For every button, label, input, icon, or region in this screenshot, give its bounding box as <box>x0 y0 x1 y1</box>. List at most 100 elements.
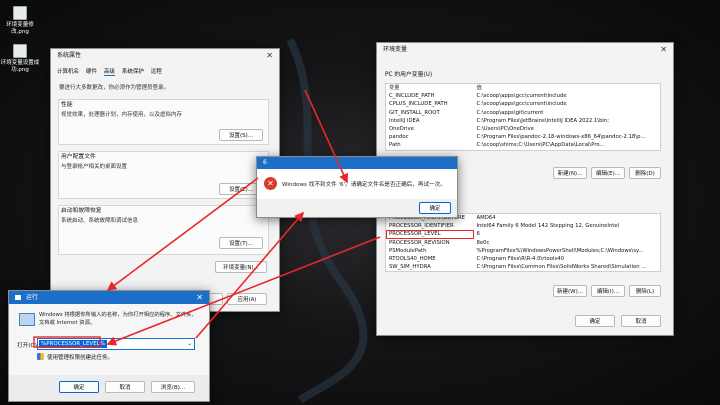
table-row[interactable]: C_INCLUDE_PATH C:\scoop\apps\gcc\current\… <box>386 92 661 100</box>
table-row[interactable]: PROCESSOR_IDENTIFIER Intel64 Family 6 Mod… <box>386 222 661 230</box>
close-icon[interactable]: ✕ <box>266 49 273 63</box>
run-open-combobox[interactable]: %PROCESSOR_LEVEL% ⌄ <box>37 338 195 350</box>
startup-settings-button[interactable]: 设置(T)... <box>219 237 263 249</box>
system-edit-button[interactable]: 编辑(I)... <box>591 285 625 297</box>
performance-group: 性能 视觉效果，处理器计划，内存使用，以及虚拟内存 设置(S)... <box>58 99 269 145</box>
system-delete-button[interactable]: 删除(L) <box>629 285 661 297</box>
environment-variables-button[interactable]: 环境变量(N)... <box>215 261 267 273</box>
window-title: 系统属性 <box>57 52 82 59</box>
system-properties-window: 系统属性 ✕ 计算机名 硬件 高级 系统保护 远程 要进行大多数更改，你必须作为… <box>50 48 280 312</box>
user-vars-table: 变量 值 C_INCLUDE_PATH C:\scoop\apps\gcc\cur… <box>385 83 661 151</box>
system-vars-table: PROCESSOR_ARCHITECTURE AMD64 PROCESSOR_ID… <box>385 213 661 273</box>
var-name: GIT_INSTALL_ROOT <box>389 109 440 116</box>
column-header-variable[interactable]: 变量 <box>386 84 474 93</box>
user-profile-label: 用户配置文件 <box>61 154 96 160</box>
error-message: Windows 找不到文件 '6'。请确定文件名是否正确后，再试一次。 <box>282 182 446 188</box>
envvars-cancel-button[interactable]: 取消 <box>621 315 661 327</box>
table-row[interactable]: GIT_INSTALL_ROOT C:\scoop\apps\git\curren… <box>386 109 661 117</box>
run-dialog: 运行 ✕ Windows 将根据你所输入的名称，为你打开相应的程序、文件夹、文档… <box>8 290 210 402</box>
user-edit-button[interactable]: 编辑(E)... <box>591 167 625 179</box>
var-name: OneDrive <box>389 126 414 133</box>
envvars-ok-button[interactable]: 确定 <box>575 315 615 327</box>
run-description: Windows 将根据你所输入的名称，为你打开相应的程序、文件夹、文档或 Int… <box>39 312 197 326</box>
startup-recovery-label: 启动和故障恢复 <box>61 208 102 214</box>
table-row[interactable]: PROCESSOR_REVISION 8e0c <box>386 239 661 247</box>
run-dialog-titlebar[interactable]: 运行 ✕ <box>9 291 209 304</box>
envvars-titlebar[interactable]: 环境变量 ✕ <box>377 43 673 57</box>
performance-label: 性能 <box>61 102 73 108</box>
close-icon[interactable]: ✕ <box>196 291 203 304</box>
var-name: C_INCLUDE_PATH <box>389 93 435 100</box>
user-profile-group: 用户配置文件 与登录帐户相关的桌面设置 设置(E)... <box>58 151 269 199</box>
var-value: C:\Program Files\pandoc-2.18-windows-x86… <box>476 134 646 141</box>
var-value: C:\scoop\apps\gcc\current\include <box>476 93 567 100</box>
window-title: 环境变量 <box>383 46 408 53</box>
system-new-button[interactable]: 新建(W)... <box>553 285 587 297</box>
run-browse-button[interactable]: 浏览(B)... <box>151 381 195 393</box>
var-name: Path <box>389 142 401 149</box>
tab-advanced[interactable]: 高级 <box>103 67 115 76</box>
table-row-highlighted[interactable]: PROCESSOR_LEVEL 6 <box>385 230 661 239</box>
column-header-value[interactable]: 值 <box>474 84 661 93</box>
var-name: CPLUS_INCLUDE_PATH <box>389 101 448 108</box>
var-name: SW_SIM_HYDRA <box>389 264 431 271</box>
table-row[interactable]: SW_SIM_HYDRA C:\Program Files\Common File… <box>386 263 661 272</box>
performance-settings-button[interactable]: 设置(S)... <box>219 129 263 141</box>
table-row[interactable]: CPLUS_INCLUDE_PATH C:\scoop\apps\gcc\curr… <box>386 100 661 108</box>
var-name: IntelliJ IDEA <box>389 117 420 124</box>
desktop-background: 环境变量修改.png 环境变量设置成功.png 系统属性 ✕ 计算机名 硬件 高… <box>0 0 720 405</box>
table-row[interactable]: Path C:\scoop\shims;C:\Users\PC\AppData\L… <box>386 141 661 150</box>
var-value: C:\scoop\shims;C:\Users\PC\AppData\Local… <box>476 142 605 149</box>
table-header-row: 变量 值 <box>386 84 661 93</box>
sysprops-apply-button[interactable]: 应用(A) <box>227 293 267 305</box>
var-name: PROCESSOR_REVISION <box>389 239 450 246</box>
table-row[interactable]: OneDrive C:\Users\PC\OneDrive <box>386 125 661 133</box>
tab-hardware[interactable]: 硬件 <box>86 67 97 75</box>
var-value: C:\scoop\apps\gcc\current\include <box>476 101 567 108</box>
error-dialog: 6 ✕ Windows 找不到文件 '6'。请确定文件名是否正确后，再试一次。 … <box>256 156 458 218</box>
table-row[interactable]: IntelliJ IDEA C:\Program Files\JetBrains\… <box>386 117 661 125</box>
table-row[interactable]: PSModulePath %ProgramFiles%\WindowsPowerS… <box>386 247 661 255</box>
error-dialog-titlebar[interactable]: 6 <box>257 157 457 169</box>
tab-system-protection[interactable]: 系统保护 <box>122 67 144 75</box>
var-value: C:\Program Files\JetBrains\IntelliJ IDEA… <box>476 117 610 124</box>
var-name: PROCESSOR_IDENTIFIER <box>389 223 454 230</box>
startup-recovery-desc: 系统启动、系统故障和调试信息 <box>61 218 139 224</box>
tab-computer-name[interactable]: 计算机名 <box>57 67 79 75</box>
admin-note: 要进行大多数更改，你必须作为管理员登录。 <box>59 85 170 91</box>
user-profile-desc: 与登录帐户相关的桌面设置 <box>61 164 128 170</box>
user-new-button[interactable]: 新建(N)... <box>553 167 587 179</box>
error-ok-button[interactable]: 确定 <box>419 202 451 214</box>
var-value: C:\Users\PC\OneDrive <box>476 126 534 133</box>
admin-shield-icon <box>37 353 44 360</box>
sysprops-titlebar[interactable]: 系统属性 ✕ <box>51 49 279 63</box>
user-vars-section-label: PC 的用户变量(U) <box>385 72 433 78</box>
run-program-icon <box>19 313 35 326</box>
user-delete-button[interactable]: 删除(D) <box>629 167 661 179</box>
var-value: C:\Program Files\Common Files\SolidWorks… <box>476 264 647 271</box>
var-name: pandoc <box>389 134 409 141</box>
var-value: C:\scoop\apps\git\current <box>476 109 544 116</box>
window-title: 6 <box>263 159 267 166</box>
run-cancel-button[interactable]: 取消 <box>105 381 145 393</box>
var-name: RTOOLS40_HOME <box>389 256 436 263</box>
var-value: Intel64 Family 6 Model 142 Stepping 12, … <box>476 223 620 230</box>
window-title: 运行 <box>25 294 38 301</box>
var-value: 6 <box>476 231 480 238</box>
performance-desc: 视觉效果，处理器计划，内存使用，以及虚拟内存 <box>61 112 183 118</box>
startup-recovery-group: 启动和故障恢复 系统启动、系统故障和调试信息 设置(T)... <box>58 205 269 255</box>
run-icon <box>15 295 21 300</box>
var-value: 8e0c <box>476 239 490 246</box>
var-value: %ProgramFiles%\WindowsPowerShell\Modules… <box>476 247 644 254</box>
error-icon: ✕ <box>264 177 277 190</box>
chevron-down-icon[interactable]: ⌄ <box>187 339 192 349</box>
tab-remote[interactable]: 远程 <box>151 67 162 75</box>
sysprops-tabs: 计算机名 硬件 高级 系统保护 远程 <box>57 67 167 76</box>
var-value: AMD64 <box>476 215 496 221</box>
var-name: PROCESSOR_LEVEL <box>385 230 474 239</box>
var-value: C:\Program Files\R\R-4.0\rtools40 <box>476 256 564 263</box>
table-row[interactable]: pandoc C:\Program Files\pandoc-2.18-windo… <box>386 133 661 141</box>
close-icon[interactable]: ✕ <box>660 43 667 57</box>
table-row[interactable]: RTOOLS40_HOME C:\Program Files\R\R-4.0\rt… <box>386 255 661 263</box>
run-ok-button[interactable]: 确定 <box>59 381 99 393</box>
